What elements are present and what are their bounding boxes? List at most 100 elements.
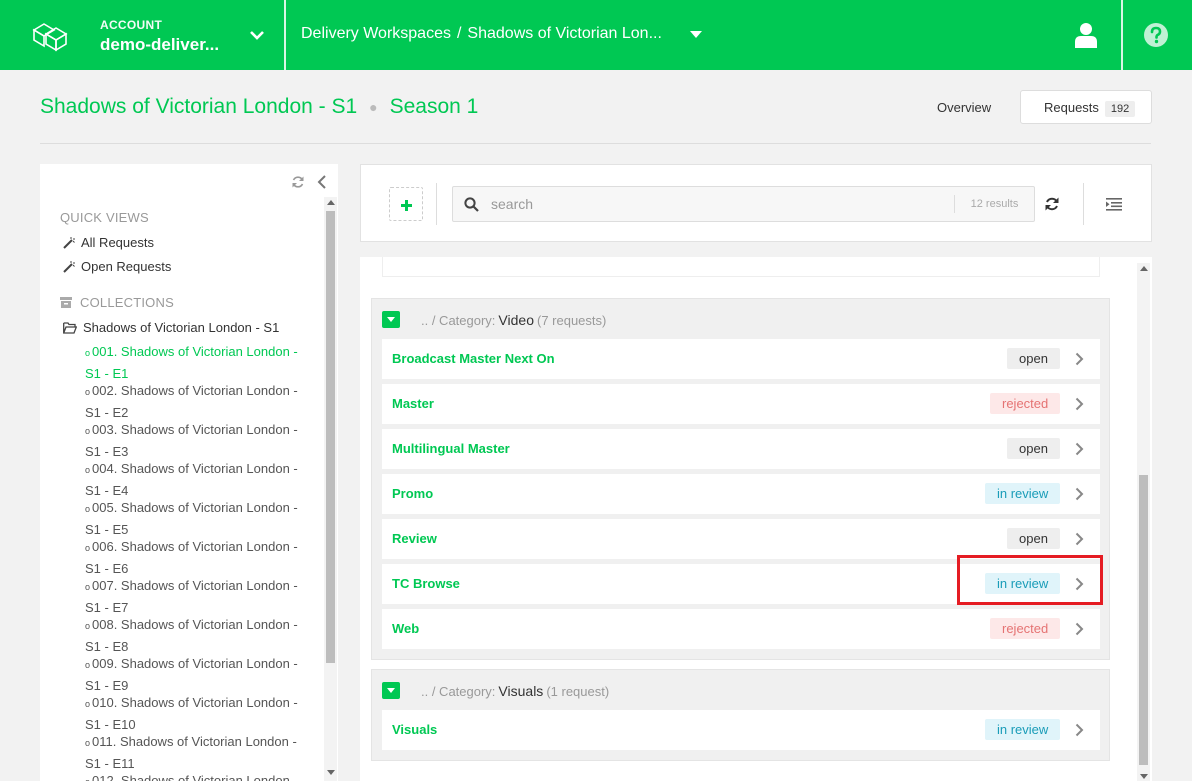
request-row[interactable]: Web rejected bbox=[382, 609, 1100, 649]
breadcrumb-workspaces[interactable]: Delivery Workspaces bbox=[301, 25, 451, 42]
category-name: Video bbox=[498, 312, 534, 328]
bullet-icon: o bbox=[85, 738, 91, 748]
quick-view-label: Open Requests bbox=[81, 259, 172, 274]
sidebar-item-episode[interactable]: o 009. Shadows of Victorian London - S1 -… bbox=[85, 654, 307, 695]
refresh-icon[interactable] bbox=[1044, 196, 1060, 212]
sidebar-item-episode[interactable]: o 006. Shadows of Victorian London - S1 -… bbox=[85, 537, 307, 578]
scroll-down-arrow-icon[interactable] bbox=[327, 770, 335, 775]
bullet-icon: o bbox=[85, 777, 90, 781]
quick-view-all-requests[interactable]: All Requests bbox=[63, 235, 154, 250]
scroll-up-arrow-icon[interactable] bbox=[327, 200, 335, 205]
sidebar-item-episode[interactable]: o 001. Shadows of Victorian London - S1 -… bbox=[85, 342, 307, 383]
quick-view-open-requests[interactable]: Open Requests bbox=[63, 259, 171, 274]
breadcrumb-project[interactable]: Shadows of Victorian Lon... bbox=[467, 25, 662, 42]
status-badge: in review bbox=[985, 483, 1061, 504]
request-title[interactable]: Master bbox=[392, 396, 434, 411]
chevron-down-icon[interactable] bbox=[248, 28, 266, 42]
request-title[interactable]: TC Browse bbox=[392, 576, 460, 591]
request-row[interactable]: Promo in review bbox=[382, 474, 1100, 514]
request-row[interactable]: Visuals in review bbox=[382, 710, 1100, 750]
sidebar-item-episode[interactable]: o 002. Shadows of Victorian London - S1 -… bbox=[85, 381, 307, 422]
chevron-right-icon[interactable] bbox=[1075, 622, 1084, 636]
magic-wand-icon bbox=[63, 237, 75, 249]
app-logo-icon[interactable] bbox=[30, 18, 70, 52]
list-view-icon[interactable] bbox=[1106, 197, 1122, 211]
scroll-up-arrow-icon[interactable] bbox=[1140, 266, 1148, 271]
episode-label: 002. Shadows of Victorian London - S1 - … bbox=[85, 383, 298, 420]
chevron-right-icon[interactable] bbox=[1075, 487, 1084, 501]
overview-link[interactable]: Overview bbox=[937, 100, 991, 115]
request-title[interactable]: Web bbox=[392, 621, 419, 636]
scrollbar-thumb[interactable] bbox=[1139, 475, 1148, 765]
requests-count-badge: 192 bbox=[1104, 101, 1136, 117]
refresh-icon[interactable] bbox=[291, 175, 305, 189]
sidebar-item-episode[interactable]: o 008. Shadows of Victorian London - S1 -… bbox=[85, 615, 307, 656]
sidebar-item-episode[interactable]: o 011. Shadows of Victorian London - S1 -… bbox=[85, 732, 307, 773]
category-path-prefix: .. / Category: bbox=[421, 684, 496, 699]
sidebar-item-episode[interactable]: o 007. Shadows of Victorian London - S1 -… bbox=[85, 576, 307, 617]
sidebar-scrollbar[interactable] bbox=[324, 197, 337, 781]
episode-label: 009. Shadows of Victorian London - S1 - … bbox=[85, 656, 298, 693]
scroll-down-arrow-icon[interactable] bbox=[1140, 774, 1148, 779]
chevron-right-icon[interactable] bbox=[1075, 723, 1084, 737]
highlight-box bbox=[957, 555, 1103, 605]
episode-label: 007. Shadows of Victorian London - S1 - … bbox=[85, 578, 298, 615]
collapse-toggle-icon[interactable] bbox=[382, 311, 400, 328]
request-row[interactable]: Broadcast Master Next On open bbox=[382, 339, 1100, 379]
user-icon[interactable] bbox=[1074, 22, 1098, 48]
bullet-icon: o bbox=[85, 660, 91, 670]
category-path: .. / Category: Video (7 requests) bbox=[421, 312, 606, 328]
breadcrumb-separator: / bbox=[456, 25, 462, 42]
sidebar-item-episode[interactable]: o 004. Shadows of Victorian London - S1 -… bbox=[85, 459, 307, 500]
episode-label: 010. Shadows of Victorian London - S1 - … bbox=[85, 695, 298, 732]
collections-heading-label: COLLECTIONS bbox=[80, 295, 174, 310]
chevron-right-icon[interactable] bbox=[1075, 442, 1084, 456]
request-title[interactable]: Review bbox=[392, 531, 437, 546]
chevron-right-icon[interactable] bbox=[1075, 532, 1084, 546]
search-input[interactable] bbox=[491, 194, 931, 214]
search-icon bbox=[464, 197, 479, 212]
request-row[interactable]: Master rejected bbox=[382, 384, 1100, 424]
chevron-right-icon[interactable] bbox=[1075, 397, 1084, 411]
collection-label: Shadows of Victorian London - S1 bbox=[83, 320, 280, 335]
category-header: .. / Category: Visuals (1 request) bbox=[372, 670, 1109, 710]
category-count: (7 requests) bbox=[536, 313, 607, 328]
sidebar-item-episode[interactable]: o012. Shadows of Victorian London bbox=[85, 771, 307, 781]
request-title[interactable]: Visuals bbox=[392, 722, 437, 737]
help-icon[interactable] bbox=[1143, 22, 1169, 48]
sidebar-item-episode[interactable]: o 003. Shadows of Victorian London - S1 -… bbox=[85, 420, 307, 461]
requests-tab-button[interactable]: Requests 192 bbox=[1020, 90, 1152, 124]
list-item[interactable] bbox=[382, 257, 1100, 277]
request-row[interactable]: Review open bbox=[382, 519, 1100, 559]
request-title[interactable]: Multilingual Master bbox=[392, 441, 510, 456]
collection-item[interactable]: Shadows of Victorian London - S1 bbox=[63, 320, 279, 335]
quick-view-label: All Requests bbox=[81, 235, 154, 250]
bullet-icon: o bbox=[85, 621, 91, 631]
bullet-icon: o bbox=[85, 465, 91, 475]
episode-label: 001. Shadows of Victorian London - S1 - … bbox=[85, 344, 298, 381]
category-path-prefix: .. / Category: bbox=[421, 313, 496, 328]
chevron-right-icon[interactable] bbox=[1075, 352, 1084, 366]
account-switcher[interactable]: ACCOUNT demo-deliver... bbox=[100, 18, 230, 55]
bullet-icon: o bbox=[85, 543, 91, 553]
caret-down-icon[interactable] bbox=[690, 31, 702, 39]
divider bbox=[284, 0, 286, 70]
collapse-sidebar-icon[interactable] bbox=[317, 175, 327, 189]
request-row[interactable]: Multilingual Master open bbox=[382, 429, 1100, 469]
episode-label: 003. Shadows of Victorian London - S1 - … bbox=[85, 422, 298, 459]
episode-label: 005. Shadows of Victorian London - S1 - … bbox=[85, 500, 298, 537]
sidebar-item-episode[interactable]: o 010. Shadows of Victorian London - S1 -… bbox=[85, 693, 307, 734]
bullet-icon: o bbox=[85, 387, 91, 397]
project-title[interactable]: Shadows of Victorian London - S1 bbox=[40, 95, 357, 118]
status-badge: in review bbox=[985, 719, 1061, 740]
status-badge: open bbox=[1007, 348, 1060, 369]
status-badge: rejected bbox=[990, 393, 1061, 414]
sidebar-item-episode[interactable]: o 005. Shadows of Victorian London - S1 -… bbox=[85, 498, 307, 539]
add-request-button[interactable] bbox=[389, 187, 423, 221]
content-scrollbar[interactable] bbox=[1137, 263, 1150, 781]
request-title[interactable]: Broadcast Master Next On bbox=[392, 351, 555, 366]
scrollbar-thumb[interactable] bbox=[326, 211, 335, 663]
collapse-toggle-icon[interactable] bbox=[382, 682, 400, 699]
season-title[interactable]: Season 1 bbox=[390, 95, 479, 118]
request-title[interactable]: Promo bbox=[392, 486, 433, 501]
